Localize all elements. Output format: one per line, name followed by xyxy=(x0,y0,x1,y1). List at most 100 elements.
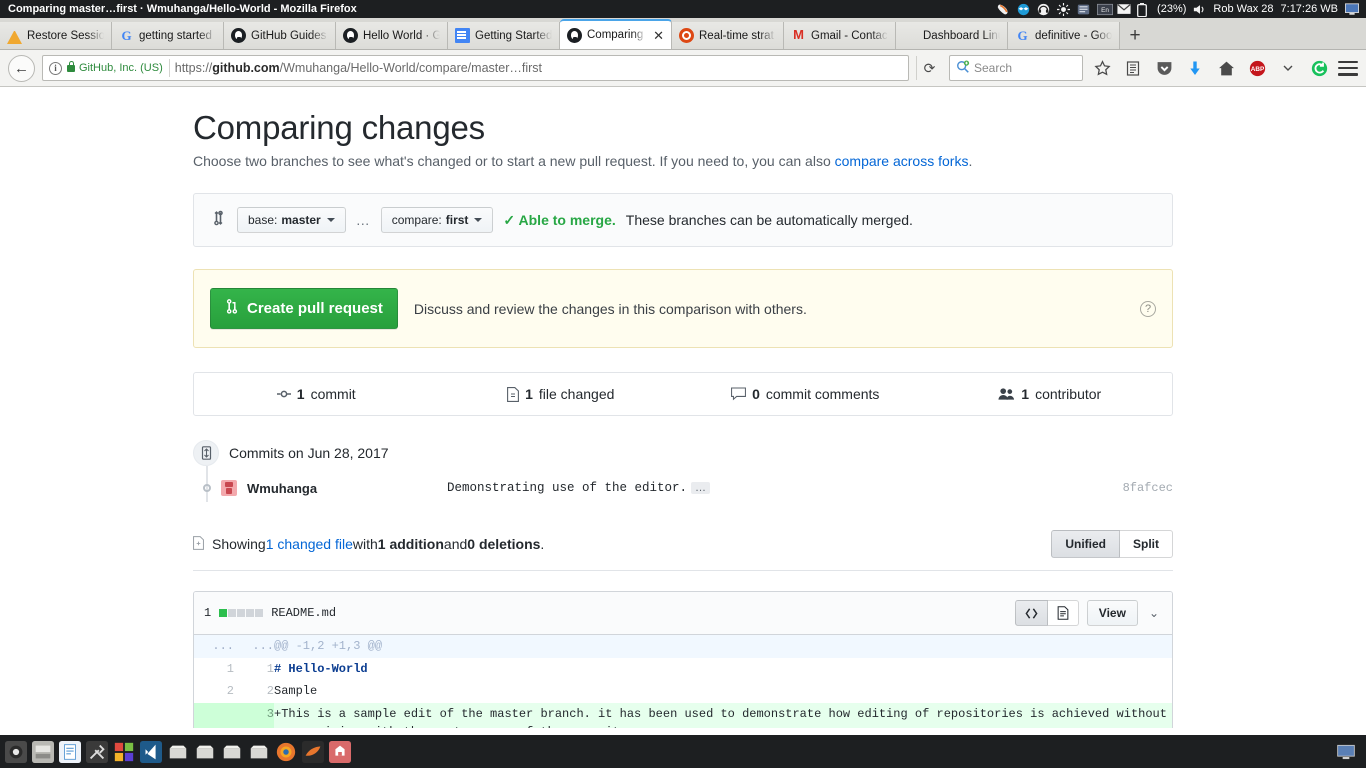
diff-summary-bar: Showing 1 changed file with 1 addition a… xyxy=(193,530,1173,571)
app-icon[interactable] xyxy=(328,740,352,764)
line-number-new: 1 xyxy=(234,658,274,681)
pocket-icon[interactable] xyxy=(1152,56,1176,80)
unified-view-button[interactable]: Unified xyxy=(1051,530,1120,558)
folder-icon-2[interactable] xyxy=(193,740,217,764)
site-identity[interactable]: GitHub, Inc. (US) xyxy=(67,59,170,77)
firefox-icon[interactable] xyxy=(274,740,298,764)
tab-label: getting started xyxy=(139,30,216,42)
ubuntu-icon[interactable] xyxy=(301,740,325,764)
ubuntu-dash-icon[interactable] xyxy=(4,740,28,764)
deletions-count: 0 deletions xyxy=(467,536,540,552)
tab-restore-session[interactable]: Restore Sessio xyxy=(0,22,112,49)
tools-icon[interactable] xyxy=(85,740,109,764)
subtitle-text-before: Choose two branches to see what's change… xyxy=(193,153,835,169)
tab-gmail-contact[interactable]: M Gmail - Contact xyxy=(784,22,896,49)
chevron-down-icon[interactable]: ⌄ xyxy=(1146,606,1162,620)
avatar[interactable] xyxy=(221,480,237,496)
view-file-button[interactable]: View xyxy=(1087,600,1138,626)
search-input[interactable]: Search xyxy=(949,55,1083,81)
tray-clock[interactable]: 7:17:26 WB xyxy=(1281,3,1338,15)
tab-dashboard-linux[interactable]: Dashboard Linux W xyxy=(896,22,1008,49)
folder-icon-1[interactable] xyxy=(166,740,190,764)
lock-icon xyxy=(67,65,75,72)
reader-list-icon[interactable] xyxy=(1121,56,1145,80)
stat-files-changed[interactable]: 1 file changed xyxy=(439,386,684,402)
document-icon[interactable] xyxy=(58,740,82,764)
compare-label: compare: xyxy=(392,213,442,227)
new-tab-button[interactable]: + xyxy=(1120,22,1150,49)
commit-message[interactable]: Demonstrating use of the editor. xyxy=(447,481,687,495)
merge-status-badge: ✓ Able to merge. xyxy=(503,212,615,229)
folder-icon-4[interactable] xyxy=(247,740,271,764)
page-content: Comparing changes Choose two branches to… xyxy=(0,87,1366,728)
file-text-icon[interactable] xyxy=(1048,600,1079,626)
commit-author[interactable]: Wmuhanga xyxy=(247,481,447,496)
chevron-down-icon[interactable] xyxy=(1276,56,1300,80)
branch-compare-bar: base: master … compare: first ✓ Able to … xyxy=(193,193,1173,247)
stat-commits[interactable]: 1 commit xyxy=(194,386,439,402)
volume-icon[interactable] xyxy=(1193,3,1206,16)
stat-contributors[interactable]: 1 contributor xyxy=(928,386,1173,402)
tray-username[interactable]: Rob Wax 28 xyxy=(1213,3,1273,15)
extension-icon[interactable] xyxy=(1307,56,1331,80)
stat-commit-comments[interactable]: 0 commit comments xyxy=(683,386,928,402)
diff-file-header: 1 README.md View ⌄ xyxy=(194,592,1172,635)
code-icon[interactable] xyxy=(1015,600,1048,626)
comment-count: 0 xyxy=(752,386,760,402)
comparison-stats-bar: 1 commit 1 file changed 0 commit comment… xyxy=(193,372,1173,416)
compare-branch-select[interactable]: compare: first xyxy=(381,207,494,233)
phone-icon[interactable] xyxy=(997,3,1010,16)
adblock-plus-icon[interactable]: ABP xyxy=(1245,56,1269,80)
create-pull-request-button[interactable]: Create pull request xyxy=(210,288,398,329)
help-icon[interactable]: ? xyxy=(1140,301,1156,317)
downloads-icon[interactable] xyxy=(1183,56,1207,80)
dropbox-icon[interactable] xyxy=(1017,3,1030,16)
tab-realtime-strategy[interactable]: Real-time strat xyxy=(672,22,784,49)
bookmark-star-icon[interactable] xyxy=(1090,56,1114,80)
url-bar[interactable]: i GitHub, Inc. (US) https://github.com/W… xyxy=(42,55,909,81)
svg-text:ABP: ABP xyxy=(1250,66,1264,73)
compare-across-forks-link[interactable]: compare across forks xyxy=(835,153,969,169)
back-button[interactable]: ← xyxy=(8,55,35,82)
ubuntu-icon xyxy=(679,28,694,43)
battery-icon[interactable] xyxy=(1137,3,1150,16)
diff-filename[interactable]: README.md xyxy=(271,606,336,620)
display-icon[interactable] xyxy=(1334,740,1358,764)
tab-definitive-google[interactable]: G definitive - Goo xyxy=(1008,22,1120,49)
people-icon xyxy=(998,387,1015,401)
hunk-dots-old: ... xyxy=(194,635,234,658)
tab-hello-world[interactable]: Hello World · G xyxy=(336,22,448,49)
base-branch-select[interactable]: base: master xyxy=(237,207,346,233)
headphones-icon[interactable] xyxy=(1037,3,1050,16)
commit-sha[interactable]: 8fafcec xyxy=(1123,481,1173,495)
changed-files-link[interactable]: 1 changed file xyxy=(266,536,353,552)
folder-icon-3[interactable] xyxy=(220,740,244,764)
menu-icon[interactable] xyxy=(1338,61,1358,76)
brightness-icon[interactable] xyxy=(1057,3,1070,16)
split-view-button[interactable]: Split xyxy=(1120,530,1173,558)
notes-icon[interactable] xyxy=(1077,3,1090,16)
hunk-header: @@ -1,2 +1,3 @@ xyxy=(274,635,1172,658)
mail-icon[interactable] xyxy=(1117,3,1130,16)
url-path: /Wmuhanga/Hello-World/compare/master…fir… xyxy=(280,61,542,75)
commit-message-expander[interactable]: … xyxy=(691,482,710,494)
tab-label: Real-time strat xyxy=(699,30,776,42)
display-icon[interactable] xyxy=(1345,3,1358,16)
keyboard-layout-icon[interactable]: En xyxy=(1097,3,1110,16)
tab-comparing-changes[interactable]: Comparing m ✕ xyxy=(560,19,672,49)
vscode-icon[interactable] xyxy=(139,740,163,764)
files-changed-label: file changed xyxy=(539,386,615,402)
tab-getting-started-google[interactable]: G getting started xyxy=(112,22,224,49)
reload-button[interactable]: ⟳ xyxy=(916,56,942,80)
compare-value: first xyxy=(446,213,469,227)
base-value: master xyxy=(281,213,320,227)
windows-icon[interactable] xyxy=(112,740,136,764)
close-icon[interactable]: ✕ xyxy=(651,29,664,42)
tab-github-guides[interactable]: GitHub Guides xyxy=(224,22,336,49)
home-icon[interactable] xyxy=(1214,56,1238,80)
pull-request-description: Discuss and review the changes in this c… xyxy=(414,301,807,317)
tab-label: Gmail - Contact xyxy=(811,30,888,42)
files-icon[interactable] xyxy=(31,740,55,764)
site-info-icon[interactable]: i xyxy=(49,62,62,75)
tab-getting-started-docs[interactable]: Getting Started xyxy=(448,22,560,49)
